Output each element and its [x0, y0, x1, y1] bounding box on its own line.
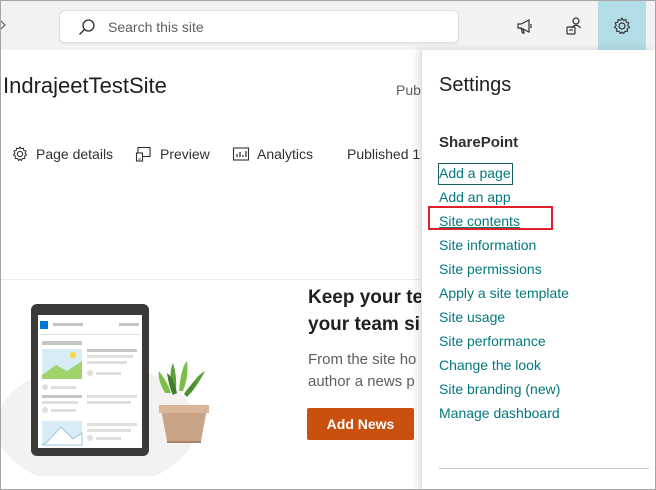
change-the-look-label: Change the look	[439, 357, 541, 373]
page-details-button[interactable]: Page details	[11, 141, 113, 167]
change-the-look-link[interactable]: Change the look	[439, 353, 649, 377]
site-information-label: Site information	[439, 237, 537, 253]
site-branding-link[interactable]: Site branding (new)	[439, 377, 649, 401]
settings-button[interactable]	[598, 1, 646, 50]
sharepoint-section-heading: SharePoint	[439, 134, 519, 151]
hero-desc-line-1: From the site ho	[308, 351, 417, 368]
news-illustration	[1, 291, 241, 488]
page-details-label: Page details	[36, 146, 114, 162]
preview-label: Preview	[160, 146, 210, 162]
panel-divider	[439, 468, 649, 469]
site-information-link[interactable]: Site information	[439, 233, 649, 257]
site-title[interactable]: IndrajeetTestSite	[3, 73, 167, 99]
settings-links: Add a page Add an app Site contents Site…	[438, 161, 649, 425]
people-button[interactable]	[550, 1, 598, 50]
gear-icon	[613, 16, 631, 34]
site-usage-label: Site usage	[439, 309, 506, 325]
site-permissions-label: Site permissions	[439, 261, 542, 277]
site-performance-link[interactable]: Site performance	[439, 329, 649, 353]
add-a-page-label: Add a page	[438, 163, 513, 185]
gear-icon	[12, 146, 28, 161]
hero-title-line-1: Keep your te	[308, 287, 424, 308]
published-status: Pub	[396, 82, 421, 98]
add-a-page-link[interactable]: Add a page	[438, 161, 649, 185]
megaphone-button[interactable]	[501, 1, 549, 50]
site-branding-label: Site branding (new)	[439, 381, 561, 397]
hero-description: From the site ho author a news p	[308, 349, 428, 393]
hero-desc-line-2: author a news p	[308, 373, 415, 390]
browser-frame: Search this site IndrajeetTestSite Pub P…	[0, 0, 656, 490]
add-an-app-label: Add an app	[439, 189, 511, 205]
analytics-label: Analytics	[257, 146, 314, 162]
search-icon	[78, 18, 96, 36]
manage-dashboard-label: Manage dashboard	[439, 405, 560, 421]
preview-icon	[135, 146, 151, 162]
analytics-button[interactable]: Analytics	[232, 141, 313, 167]
preview-button[interactable]: Preview	[135, 141, 210, 167]
search-input-placeholder[interactable]: Search this site	[108, 19, 204, 35]
site-usage-link[interactable]: Site usage	[439, 305, 649, 329]
add-news-button[interactable]: Add News	[307, 408, 414, 440]
site-performance-label: Site performance	[439, 333, 546, 349]
highlight-annotation	[428, 206, 553, 230]
search-box[interactable]: Search this site	[59, 10, 459, 43]
edge-fragment	[1, 19, 6, 31]
analytics-icon	[232, 147, 250, 161]
apply-site-template-label: Apply a site template	[439, 285, 569, 301]
people-icon	[566, 16, 581, 35]
published-date-label: Published 12	[347, 146, 428, 162]
apply-site-template-link[interactable]: Apply a site template	[439, 281, 649, 305]
hero-title-line-2: your team si	[308, 314, 420, 335]
settings-panel: Settings SharePoint Add a page Add an ap…	[421, 50, 655, 489]
megaphone-icon	[517, 18, 532, 34]
published-date: Published 12	[347, 141, 428, 167]
settings-title: Settings	[439, 74, 512, 96]
suite-bar: Search this site	[1, 1, 655, 50]
page-command-bar: Page details Preview Analytics Published…	[1, 141, 428, 167]
site-permissions-link[interactable]: Site permissions	[439, 257, 649, 281]
section-divider	[1, 279, 421, 280]
hero-title: Keep your te your team si	[308, 284, 428, 338]
manage-dashboard-link[interactable]: Manage dashboard	[439, 401, 649, 425]
